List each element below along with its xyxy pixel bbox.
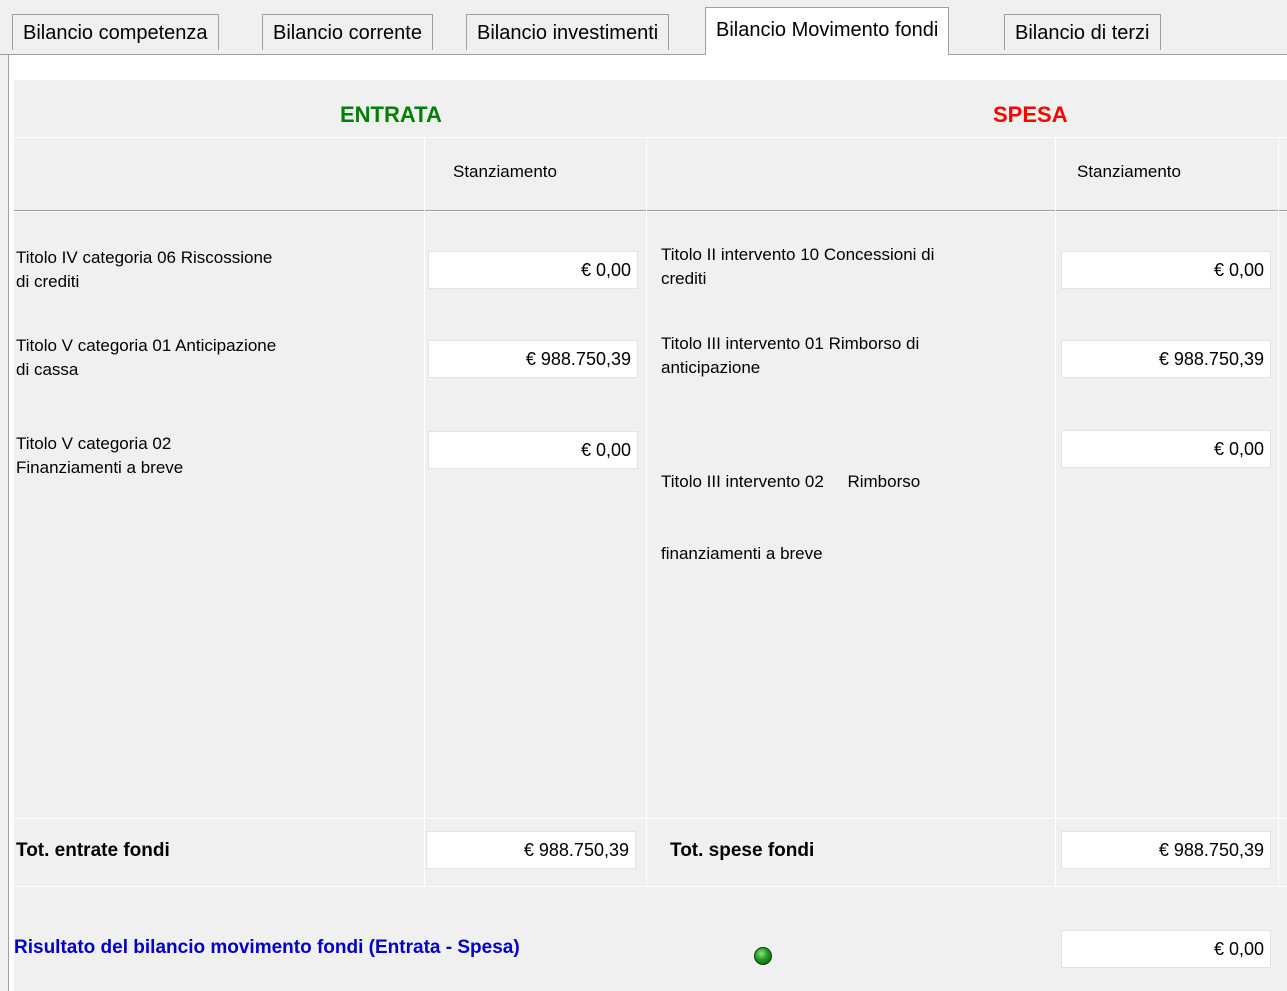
label-line: Titolo IV categoria 06 Riscossione [16,248,273,267]
spesa-row-label: Titolo II intervento 10 Concessioni di c… [661,243,934,291]
label-line: Titolo II intervento 10 Concessioni di [661,245,935,264]
tab-bilancio-competenza[interactable]: Bilancio competenza [12,14,219,50]
spesa-concessioni-crediti-field[interactable]: € 0,00 [1061,251,1271,289]
total-spese-label: Tot. spese fondi [670,840,815,861]
divider [14,211,1287,212]
spesa-column-header: Stanziamento [1077,162,1181,181]
result-label: Risultato del bilancio movimento fondi (… [14,937,520,958]
entrata-column-header: Stanziamento [453,162,557,181]
label-line: finanziamenti a breve [661,544,823,563]
label-line: crediti [661,269,707,288]
total-entrate-field[interactable]: € 988.750,39 [426,831,636,869]
label-line: Finanziamenti a breve [16,458,184,477]
total-entrate-label: Tot. entrate fondi [16,840,170,861]
entrata-row-label: Titolo IV categoria 06 Riscossione di cr… [16,246,272,294]
entrata-header: ENTRATA [340,102,442,127]
spesa-row-label: Titolo III intervento 02 Rimborso finanz… [661,422,920,590]
tab-bilancio-corrente[interactable]: Bilancio corrente [262,14,433,50]
label-line: Titolo III intervento 01 Rimborso di [661,334,920,353]
spesa-rimborso-finanziamenti-field[interactable]: € 0,00 [1061,430,1271,468]
label-line: di crediti [16,272,80,291]
divider [14,886,1287,887]
label-line: di cassa [16,360,79,379]
label-line: Titolo V categoria 01 Anticipazione [16,336,277,355]
green-led-icon [754,947,772,965]
entrata-finanziamenti-breve-field[interactable]: € 0,00 [428,431,638,469]
label-line: Titolo III intervento 02 Rimborso [661,472,921,491]
result-field[interactable]: € 0,00 [1061,930,1271,968]
column-divider [646,138,647,886]
entrata-anticipazione-cassa-field[interactable]: € 988.750,39 [428,340,638,378]
label-line: anticipazione [661,358,761,377]
spesa-row-label: Titolo III intervento 01 Rimborso di ant… [661,332,919,380]
entrata-row-label: Titolo V categoria 02 Finanziamenti a br… [16,432,183,480]
divider [14,818,1287,819]
entrata-riscossione-crediti-field[interactable]: € 0,00 [428,251,638,289]
tab-bar: Bilancio competenza Bilancio corrente Bi… [0,0,1287,55]
tab-bilancio-movimento-fondi[interactable]: Bilancio Movimento fondi [705,7,950,55]
column-divider [424,138,425,886]
label-line: Titolo V categoria 02 [16,434,172,453]
column-divider [1055,138,1056,886]
tab-bilancio-di-terzi[interactable]: Bilancio di terzi [1004,14,1161,50]
spesa-header: SPESA [993,102,1068,127]
entrata-row-label: Titolo V categoria 01 Anticipazione di c… [16,334,276,382]
divider [14,137,1287,138]
total-spese-field[interactable]: € 988.750,39 [1061,831,1271,869]
tab-bilancio-investimenti[interactable]: Bilancio investimenti [466,14,670,50]
column-divider [1278,138,1279,886]
spesa-rimborso-anticipazione-field[interactable]: € 988.750,39 [1061,340,1271,378]
tab-divider [0,54,1287,55]
